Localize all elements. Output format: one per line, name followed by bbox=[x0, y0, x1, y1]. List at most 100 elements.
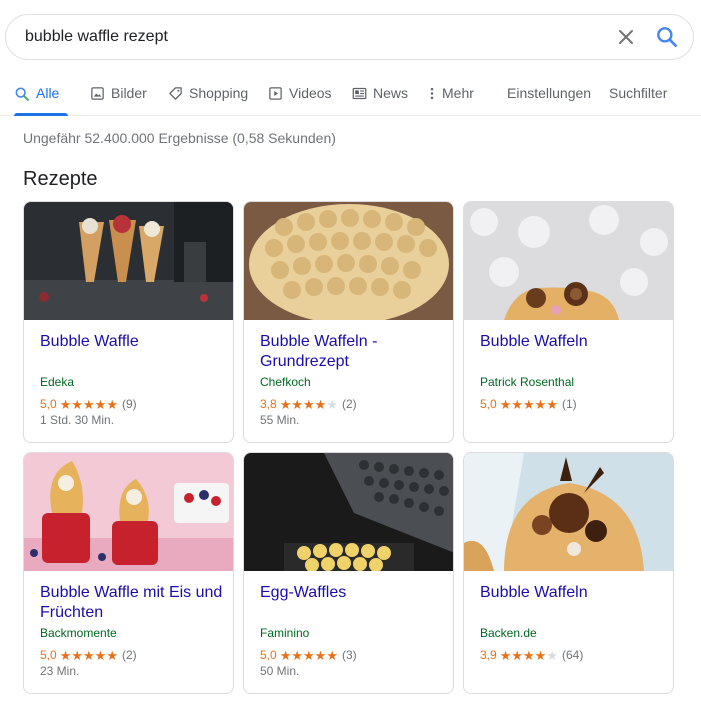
recipe-image bbox=[464, 453, 673, 571]
star-rating: ★ ★ ★ ★ ★ bbox=[60, 398, 118, 411]
star-icon: ★ bbox=[511, 647, 523, 663]
tab-label: Alle bbox=[36, 85, 60, 101]
recipe-rating: 3,8 ★ ★ ★ ★ ★ (2) bbox=[260, 397, 357, 411]
recipe-image bbox=[24, 202, 233, 320]
close-icon bbox=[619, 30, 633, 44]
section-title: Rezepte bbox=[23, 168, 98, 190]
cooking-time: 23 Min. bbox=[40, 664, 80, 678]
tab-mehr[interactable]: Mehr bbox=[428, 74, 474, 116]
rating-value: 3,9 bbox=[480, 648, 497, 662]
star-icon: ★ bbox=[499, 396, 512, 412]
tab-label: Mehr bbox=[442, 85, 474, 101]
recipe-source: Patrick Rosenthal bbox=[480, 375, 575, 389]
more-vert-icon bbox=[430, 87, 434, 100]
rating-value: 5,0 bbox=[260, 648, 277, 662]
recipe-image bbox=[244, 202, 453, 320]
rating-value: 3,8 bbox=[260, 397, 277, 411]
search-tabs: Alle Bilder Shopping Videos News Mehr Ei… bbox=[0, 74, 701, 116]
star-icon: ★ bbox=[326, 647, 338, 663]
star-icon: ★ bbox=[303, 647, 315, 663]
star-icon: ★ bbox=[291, 647, 303, 663]
star-icon: ★ bbox=[326, 396, 338, 412]
tab-label: Bilder bbox=[111, 85, 147, 101]
tab-news[interactable]: News bbox=[352, 74, 408, 116]
star-icon: ★ bbox=[314, 396, 327, 412]
play-icon bbox=[269, 87, 282, 100]
tab-videos[interactable]: Videos bbox=[268, 74, 332, 116]
star-icon: ★ bbox=[523, 647, 535, 663]
tab-label: Shopping bbox=[189, 85, 249, 101]
tab-label: Videos bbox=[289, 85, 332, 101]
star-rating: ★ ★ ★ ★ ★ bbox=[280, 649, 338, 662]
recipe-card[interactable]: Bubble Waffle mit Eis und Früchten Backm… bbox=[23, 452, 234, 694]
tag-icon bbox=[169, 87, 182, 100]
clear-search-button[interactable] bbox=[614, 25, 638, 49]
search-input[interactable] bbox=[25, 15, 585, 59]
search-icon bbox=[15, 87, 29, 101]
search-button[interactable] bbox=[654, 24, 680, 50]
recipe-image bbox=[24, 453, 233, 571]
recipe-card[interactable]: Bubble Waffeln Patrick Rosenthal 5,0 ★ ★ ★… bbox=[463, 201, 674, 443]
star-icon: ★ bbox=[523, 396, 535, 412]
star-icon: ★ bbox=[59, 647, 72, 663]
recipe-card[interactable]: Bubble Waffeln Backen.de 3,9 ★ ★ ★ ★ ★ (64) bbox=[463, 452, 674, 694]
recipe-title: Bubble Waffeln bbox=[480, 333, 588, 350]
recipe-title: Bubble Waffle bbox=[40, 333, 139, 350]
recipe-card[interactable]: Bubble Waffeln - Grundrezept Chefkoch 3,… bbox=[243, 201, 454, 443]
recipe-source: Backmomente bbox=[40, 626, 117, 640]
star-icon: ★ bbox=[303, 396, 315, 412]
star-icon: ★ bbox=[279, 396, 292, 412]
recipe-source: Backen.de bbox=[480, 626, 537, 640]
recipe-card[interactable]: Egg-Waffles Faminino 5,0 ★ ★ ★ ★ ★ (3) 50 Mi… bbox=[243, 452, 454, 694]
star-icon: ★ bbox=[291, 396, 303, 412]
search-icon bbox=[657, 27, 677, 47]
recipe-image bbox=[464, 202, 673, 320]
review-count: (3) bbox=[341, 648, 357, 662]
review-count: (9) bbox=[121, 397, 137, 411]
recipe-title: Bubble Waffeln bbox=[480, 584, 588, 601]
tab-einstellungen[interactable]: Einstellungen bbox=[507, 74, 591, 116]
tab-shopping[interactable]: Shopping bbox=[168, 74, 248, 116]
recipe-rating: 5,0 ★ ★ ★ ★ ★ (3) bbox=[260, 648, 357, 662]
review-count: (64) bbox=[561, 648, 584, 662]
star-icon: ★ bbox=[546, 647, 558, 663]
star-icon: ★ bbox=[279, 647, 292, 663]
recipe-image bbox=[244, 453, 453, 571]
star-rating: ★ ★ ★ ★ ★ bbox=[500, 398, 558, 411]
star-icon: ★ bbox=[499, 647, 512, 663]
star-rating: ★ ★ ★ ★ ★ bbox=[60, 649, 118, 662]
recipe-rating: 5,0 ★ ★ ★ ★ ★ (1) bbox=[480, 397, 577, 411]
rating-value: 5,0 bbox=[40, 397, 57, 411]
star-rating: ★ ★ ★ ★ ★ bbox=[280, 398, 338, 411]
rating-value: 5,0 bbox=[480, 397, 497, 411]
star-icon: ★ bbox=[534, 396, 547, 412]
star-icon: ★ bbox=[534, 647, 547, 663]
tab-label: News bbox=[373, 85, 409, 101]
star-icon: ★ bbox=[94, 647, 107, 663]
star-icon: ★ bbox=[511, 396, 523, 412]
tab-label: Einstellungen bbox=[507, 85, 592, 101]
image-icon bbox=[91, 87, 104, 100]
tab-alle[interactable]: Alle bbox=[14, 74, 68, 116]
star-icon: ★ bbox=[59, 396, 72, 412]
cooking-time: 50 Min. bbox=[260, 664, 300, 678]
tab-label: Suchfilter bbox=[609, 85, 668, 101]
rating-value: 5,0 bbox=[40, 648, 57, 662]
review-count: (1) bbox=[561, 397, 577, 411]
star-rating: ★ ★ ★ ★ ★ bbox=[500, 649, 558, 662]
recipe-source: Chefkoch bbox=[260, 375, 311, 389]
recipe-rating: 5,0 ★ ★ ★ ★ ★ (2) bbox=[40, 648, 137, 662]
star-icon: ★ bbox=[71, 647, 83, 663]
star-icon: ★ bbox=[94, 396, 107, 412]
recipe-title: Bubble Waffeln - Grundrezept bbox=[260, 333, 378, 370]
star-icon: ★ bbox=[106, 396, 118, 412]
newspaper-icon bbox=[352, 87, 367, 100]
star-icon: ★ bbox=[83, 647, 95, 663]
tab-suchfilter[interactable]: Suchfilter bbox=[609, 74, 667, 116]
tab-bilder[interactable]: Bilder bbox=[90, 74, 147, 116]
star-icon: ★ bbox=[71, 396, 83, 412]
star-icon: ★ bbox=[83, 396, 95, 412]
review-count: (2) bbox=[341, 397, 357, 411]
recipe-card[interactable]: Bubble Waffle Edeka 5,0 ★ ★ ★ ★ ★ (9) 1 Std.… bbox=[23, 201, 234, 443]
recipe-rating: 3,9 ★ ★ ★ ★ ★ (64) bbox=[480, 648, 583, 662]
